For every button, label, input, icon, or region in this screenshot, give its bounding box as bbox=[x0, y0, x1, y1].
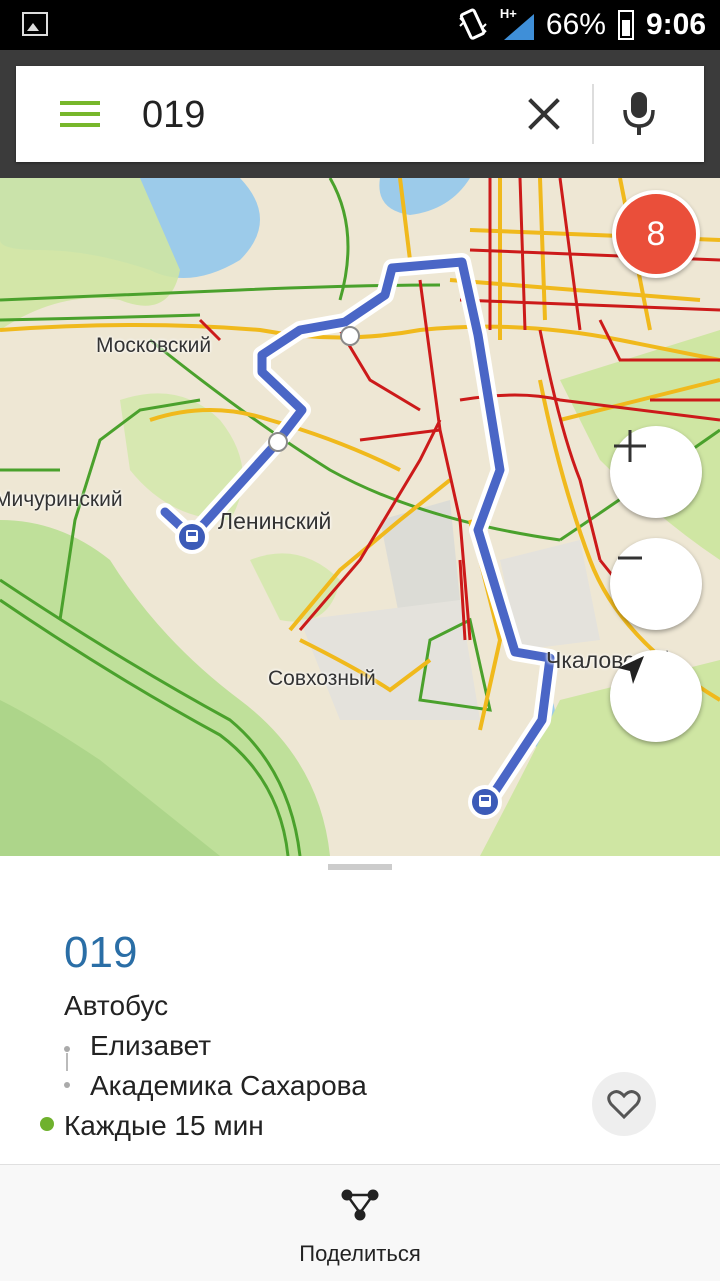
status-bar: H+ 66% 9:06 bbox=[0, 0, 720, 50]
map-label-moskovsky: Московский bbox=[96, 334, 212, 357]
search-bar bbox=[16, 66, 704, 162]
battery-percent: 66% bbox=[545, 8, 606, 41]
map-label-michurinsky: Мичуринский bbox=[0, 488, 123, 511]
sheet-drag-handle[interactable] bbox=[328, 864, 392, 870]
stop-dot bbox=[64, 1082, 70, 1088]
frequency-status-dot bbox=[40, 1117, 54, 1131]
status-icons: H+ 66% 9:06 bbox=[458, 0, 706, 50]
bus-stop-start-icon[interactable] bbox=[175, 520, 209, 554]
route-stop-first: Елизавет bbox=[90, 1030, 212, 1061]
share-icon bbox=[341, 1189, 379, 1221]
menu-icon[interactable] bbox=[60, 101, 100, 127]
favorite-heart-icon[interactable] bbox=[592, 1072, 656, 1136]
map-view[interactable]: Московский Мичуринский Ленинский Совхозн… bbox=[0, 178, 720, 856]
traffic-level-badge[interactable]: 8 bbox=[612, 190, 700, 278]
route-card[interactable]: 019 Автобус Елизавет Академика Сахарова … bbox=[0, 856, 720, 1164]
route-frequency: Каждые 15 мин bbox=[64, 1110, 264, 1141]
zoom-in-icon[interactable] bbox=[610, 426, 702, 518]
my-location-icon[interactable] bbox=[610, 650, 702, 742]
zoom-out-icon[interactable] bbox=[610, 538, 702, 630]
signal-icon: H+ bbox=[500, 6, 534, 40]
map-canvas bbox=[0, 178, 720, 856]
microphone-icon[interactable] bbox=[616, 88, 662, 140]
transport-type: Автобус bbox=[64, 990, 169, 1021]
clock: 9:06 bbox=[645, 8, 706, 41]
vibrate-icon bbox=[459, 8, 487, 40]
battery-icon bbox=[617, 10, 634, 40]
gallery-notification-icon bbox=[22, 12, 48, 36]
map-label-sovkhozny: Совхозный bbox=[268, 667, 376, 690]
route-stop-last: Академика Сахарова bbox=[90, 1070, 367, 1101]
bus-stop-end-icon[interactable] bbox=[468, 785, 502, 819]
share-label: Поделиться bbox=[299, 1241, 421, 1266]
stop-dot bbox=[64, 1046, 70, 1052]
stop-connector bbox=[66, 1053, 68, 1071]
share-button[interactable]: Поделиться bbox=[260, 1165, 460, 1281]
search-input[interactable] bbox=[140, 88, 484, 142]
map-label-leninsky: Ленинский bbox=[218, 508, 332, 534]
close-icon[interactable] bbox=[524, 92, 564, 136]
route-number: 019 bbox=[64, 928, 138, 977]
search-header bbox=[0, 50, 720, 178]
bottom-action-bar: Поделиться bbox=[0, 1164, 720, 1281]
search-divider bbox=[592, 84, 594, 144]
